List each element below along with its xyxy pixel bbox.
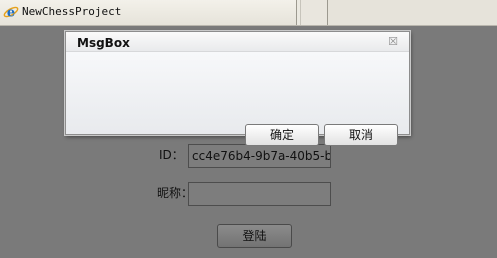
msgbox-body: 确定 取消 <box>66 52 409 146</box>
login-button[interactable]: 登陆 <box>217 224 292 248</box>
close-icon[interactable]: ☒ <box>387 36 399 47</box>
msgbox-title: MsgBox <box>77 36 130 50</box>
cancel-button[interactable]: 取消 <box>324 124 398 146</box>
ok-button[interactable]: 确定 <box>245 124 319 146</box>
ie-e-icon: e <box>3 4 19 21</box>
msgbox-header: MsgBox ☒ <box>66 32 409 52</box>
id-label: ID： <box>159 148 184 162</box>
titlebar-tab-button[interactable] <box>301 0 328 25</box>
titlebar-empty-area <box>328 0 497 25</box>
nickname-input[interactable] <box>188 182 331 206</box>
svg-text:e: e <box>7 6 15 21</box>
id-input[interactable]: cc4e76b4-9b7a-40b5-b2 <box>188 144 331 168</box>
msgbox-dialog: MsgBox ☒ 确定 取消 <box>65 31 410 146</box>
window-title: NewChessProject <box>22 5 122 18</box>
window-titlebar: e NewChessProject <box>0 0 497 26</box>
